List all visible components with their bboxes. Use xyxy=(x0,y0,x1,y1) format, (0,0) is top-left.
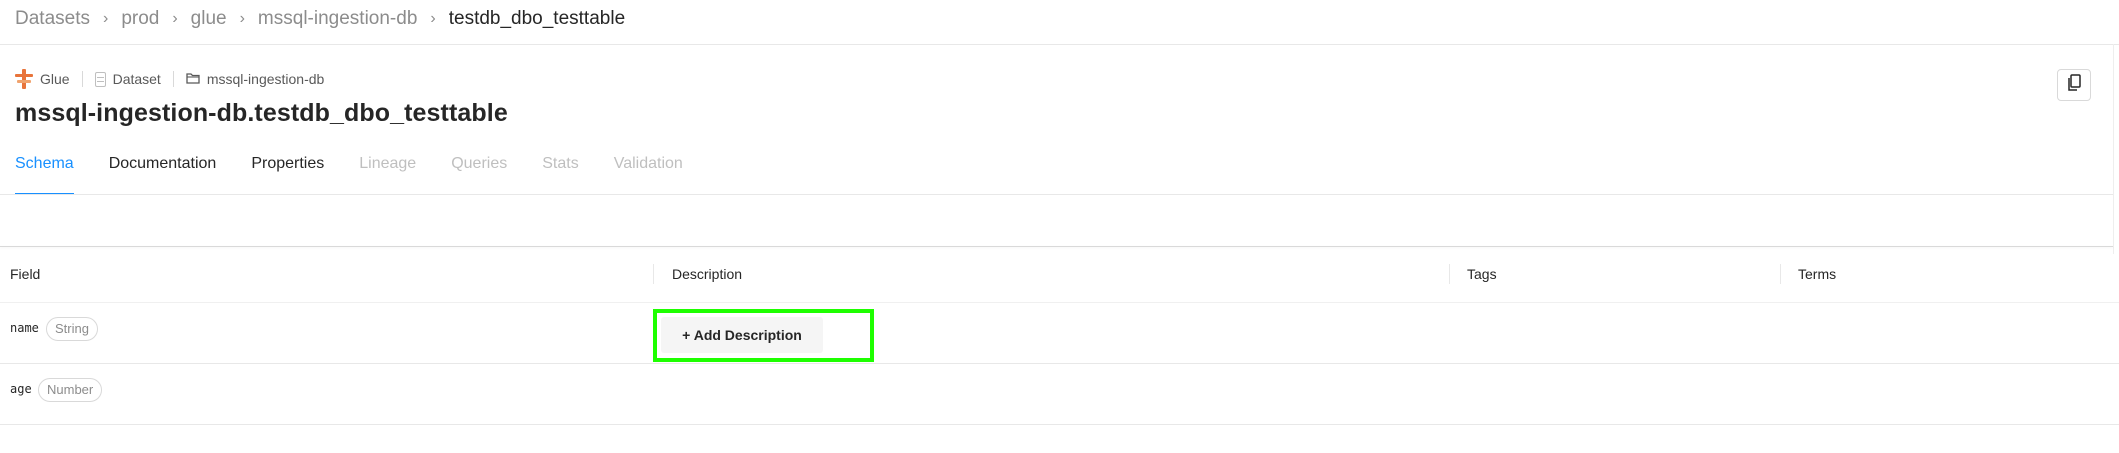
table-row[interactable]: age Number xyxy=(0,364,2119,425)
platform-label: Glue xyxy=(15,69,70,89)
field-type-badge: Number xyxy=(38,378,103,402)
entity-meta-row: Glue Dataset mssql-ingestion-db xyxy=(15,68,324,90)
table-header: Field Description Tags Terms xyxy=(0,254,2119,303)
container-link[interactable]: mssql-ingestion-db xyxy=(186,71,325,87)
header-divider xyxy=(0,44,2119,45)
breadcrumb-glue[interactable]: glue xyxy=(191,8,227,30)
tab-properties[interactable]: Properties xyxy=(251,150,324,195)
add-description-button[interactable]: + Add Description xyxy=(661,317,823,353)
entity-type-label: Dataset xyxy=(94,71,161,87)
breadcrumb-current: testdb_dbo_testtable xyxy=(448,8,626,29)
entity-tabs: Schema Documentation Properties Lineage … xyxy=(15,150,718,195)
dataset-icon xyxy=(94,71,106,87)
schema-toolbar-divider xyxy=(0,246,2113,247)
meta-divider xyxy=(81,71,83,87)
breadcrumb-separator: › xyxy=(430,10,436,27)
field-name: age xyxy=(10,382,32,396)
tab-lineage: Lineage xyxy=(359,155,417,172)
schema-table: Field Description Tags Terms name String… xyxy=(0,254,2119,425)
field-name: name xyxy=(10,321,39,335)
column-header-tags[interactable]: Tags xyxy=(1467,254,1497,303)
column-header-field[interactable]: Field xyxy=(10,254,40,303)
column-divider xyxy=(1449,264,1450,284)
tab-documentation[interactable]: Documentation xyxy=(109,150,217,195)
breadcrumb-separator: › xyxy=(239,10,245,27)
tab-stats: Stats xyxy=(542,155,579,172)
folder-icon xyxy=(186,71,200,87)
column-header-terms[interactable]: Terms xyxy=(1798,254,1836,303)
column-header-description[interactable]: Description xyxy=(672,254,742,303)
breadcrumb-separator: › xyxy=(102,10,109,27)
field-type-badge: String xyxy=(46,317,98,341)
copy-urn-button[interactable] xyxy=(2057,69,2091,101)
breadcrumb-datasets[interactable]: Datasets xyxy=(15,8,90,30)
platform-name: Glue xyxy=(40,71,70,87)
copy-icon xyxy=(2066,73,2082,97)
column-divider xyxy=(653,264,654,284)
container-name: mssql-ingestion-db xyxy=(206,71,325,87)
page-title: mssql-ingestion-db.testdb_dbo_testtable xyxy=(15,99,508,127)
entity-type: Dataset xyxy=(112,71,161,87)
tab-queries: Queries xyxy=(451,155,508,172)
glue-logo-icon xyxy=(15,69,33,89)
tab-schema[interactable]: Schema xyxy=(15,150,74,195)
panel-border xyxy=(2113,44,2114,254)
table-row[interactable]: name String + Add Description xyxy=(0,303,2119,364)
breadcrumb-separator: › xyxy=(172,10,178,27)
tabs-divider xyxy=(0,194,2113,195)
breadcrumb-mssql-ingestion-db[interactable]: mssql-ingestion-db xyxy=(258,8,417,30)
dataset-page: Datasets › prod › glue › mssql-ingestion… xyxy=(0,0,2119,453)
breadcrumb-prod[interactable]: prod xyxy=(121,8,159,30)
column-divider xyxy=(1780,264,1781,284)
tab-validation: Validation xyxy=(613,155,683,172)
meta-divider xyxy=(172,71,174,87)
breadcrumb: Datasets › prod › glue › mssql-ingestion… xyxy=(15,6,625,32)
